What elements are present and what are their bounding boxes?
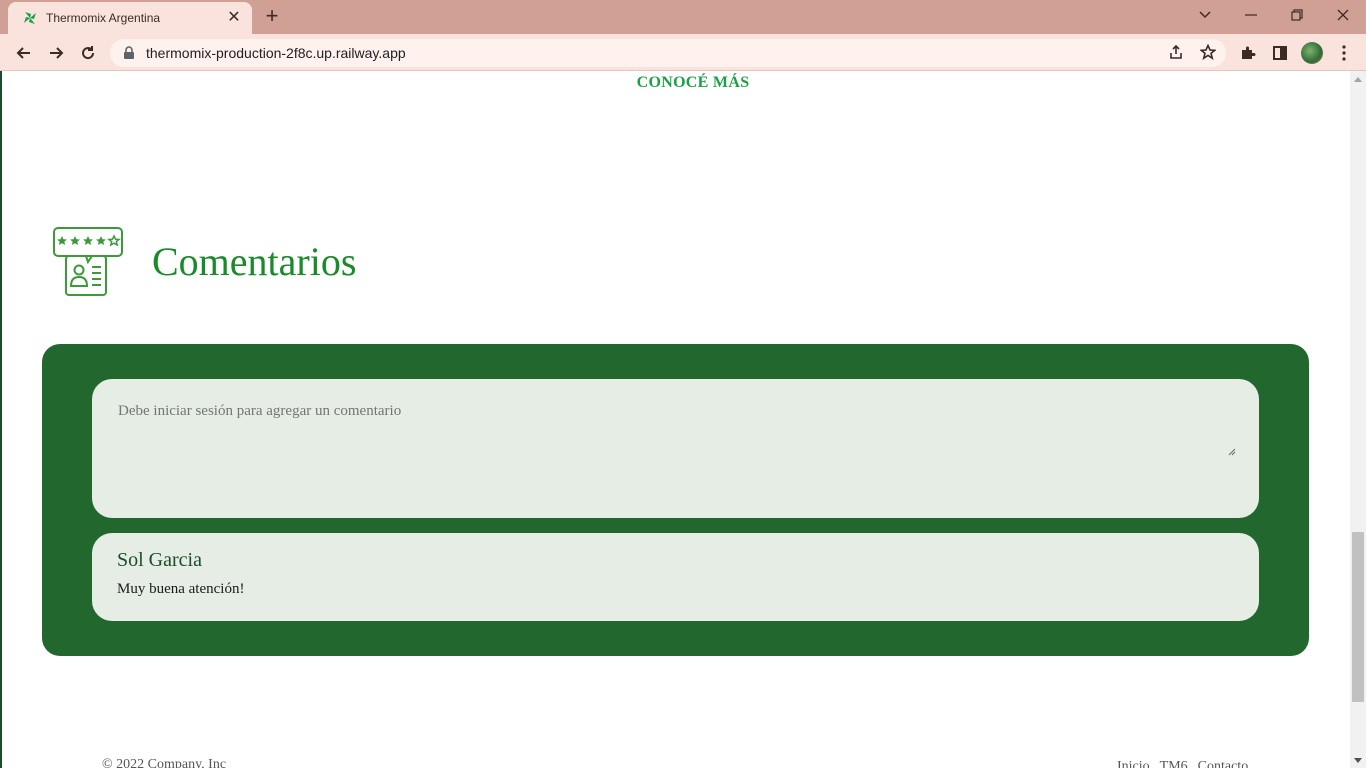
footer-link-inicio[interactable]: Inicio [1117, 759, 1150, 768]
tab-title: Thermomix Argentina [46, 11, 161, 25]
comments-panel: Sol Garcia Muy buena atención! [42, 344, 1309, 656]
close-window-icon[interactable] [1320, 0, 1366, 30]
address-bar[interactable]: thermomix-production-2f8c.up.railway.app [110, 39, 1226, 67]
bookmark-star-icon[interactable] [1197, 41, 1219, 63]
footer-links: Inicio TM6 Contacto [1117, 759, 1248, 768]
conoce-mas-link[interactable]: CONOCÉ MÁS [2, 74, 1350, 92]
profile-avatar[interactable] [1299, 40, 1325, 66]
comments-title: Comentarios [152, 238, 357, 284]
browser-tab[interactable]: Thermomix Argentina ✕ [8, 2, 252, 34]
tab-search-icon[interactable] [1182, 0, 1228, 30]
footer-copyright: © 2022 Company, Inc [102, 757, 227, 768]
footer-link-contacto[interactable]: Contacto [1198, 759, 1249, 768]
compose-comment-box [92, 379, 1259, 518]
page-scrollbar[interactable] [1350, 71, 1366, 768]
browser-tabstrip: Thermomix Argentina ✕ + [0, 0, 1366, 34]
browser-toolbar: thermomix-production-2f8c.up.railway.app [0, 34, 1366, 71]
back-icon[interactable] [11, 40, 37, 66]
comment-text: Muy buena atención! [117, 581, 245, 597]
scroll-down-icon[interactable] [1350, 752, 1366, 768]
scroll-up-icon[interactable] [1350, 71, 1366, 87]
thermomix-favicon-icon [24, 12, 36, 24]
resize-grip-icon[interactable] [1228, 448, 1236, 456]
page-content: CONOCÉ MÁS Comentarios Sol Garcia M [0, 71, 1350, 768]
footer-link-tm6[interactable]: TM6 [1160, 759, 1188, 768]
tab-close-icon[interactable]: ✕ [226, 10, 242, 26]
review-stars-icon [53, 227, 123, 296]
scrollbar-thumb[interactable] [1352, 532, 1364, 702]
minimize-icon[interactable] [1228, 0, 1274, 30]
lock-icon[interactable] [122, 46, 136, 60]
side-panel-icon[interactable] [1267, 40, 1293, 66]
extensions-icon[interactable] [1235, 40, 1261, 66]
reload-icon[interactable] [75, 40, 101, 66]
url-text: thermomix-production-2f8c.up.railway.app [146, 45, 406, 61]
comment-card: Sol Garcia Muy buena atención! [92, 533, 1259, 621]
restore-icon[interactable] [1274, 0, 1320, 30]
menu-kebab-icon[interactable] [1331, 40, 1357, 66]
share-icon[interactable] [1165, 41, 1187, 63]
forward-icon[interactable] [43, 40, 69, 66]
new-tab-button[interactable]: + [260, 5, 284, 29]
comment-input[interactable] [118, 403, 1234, 457]
comments-header: Comentarios [52, 225, 356, 297]
comment-author: Sol Garcia [117, 549, 202, 571]
